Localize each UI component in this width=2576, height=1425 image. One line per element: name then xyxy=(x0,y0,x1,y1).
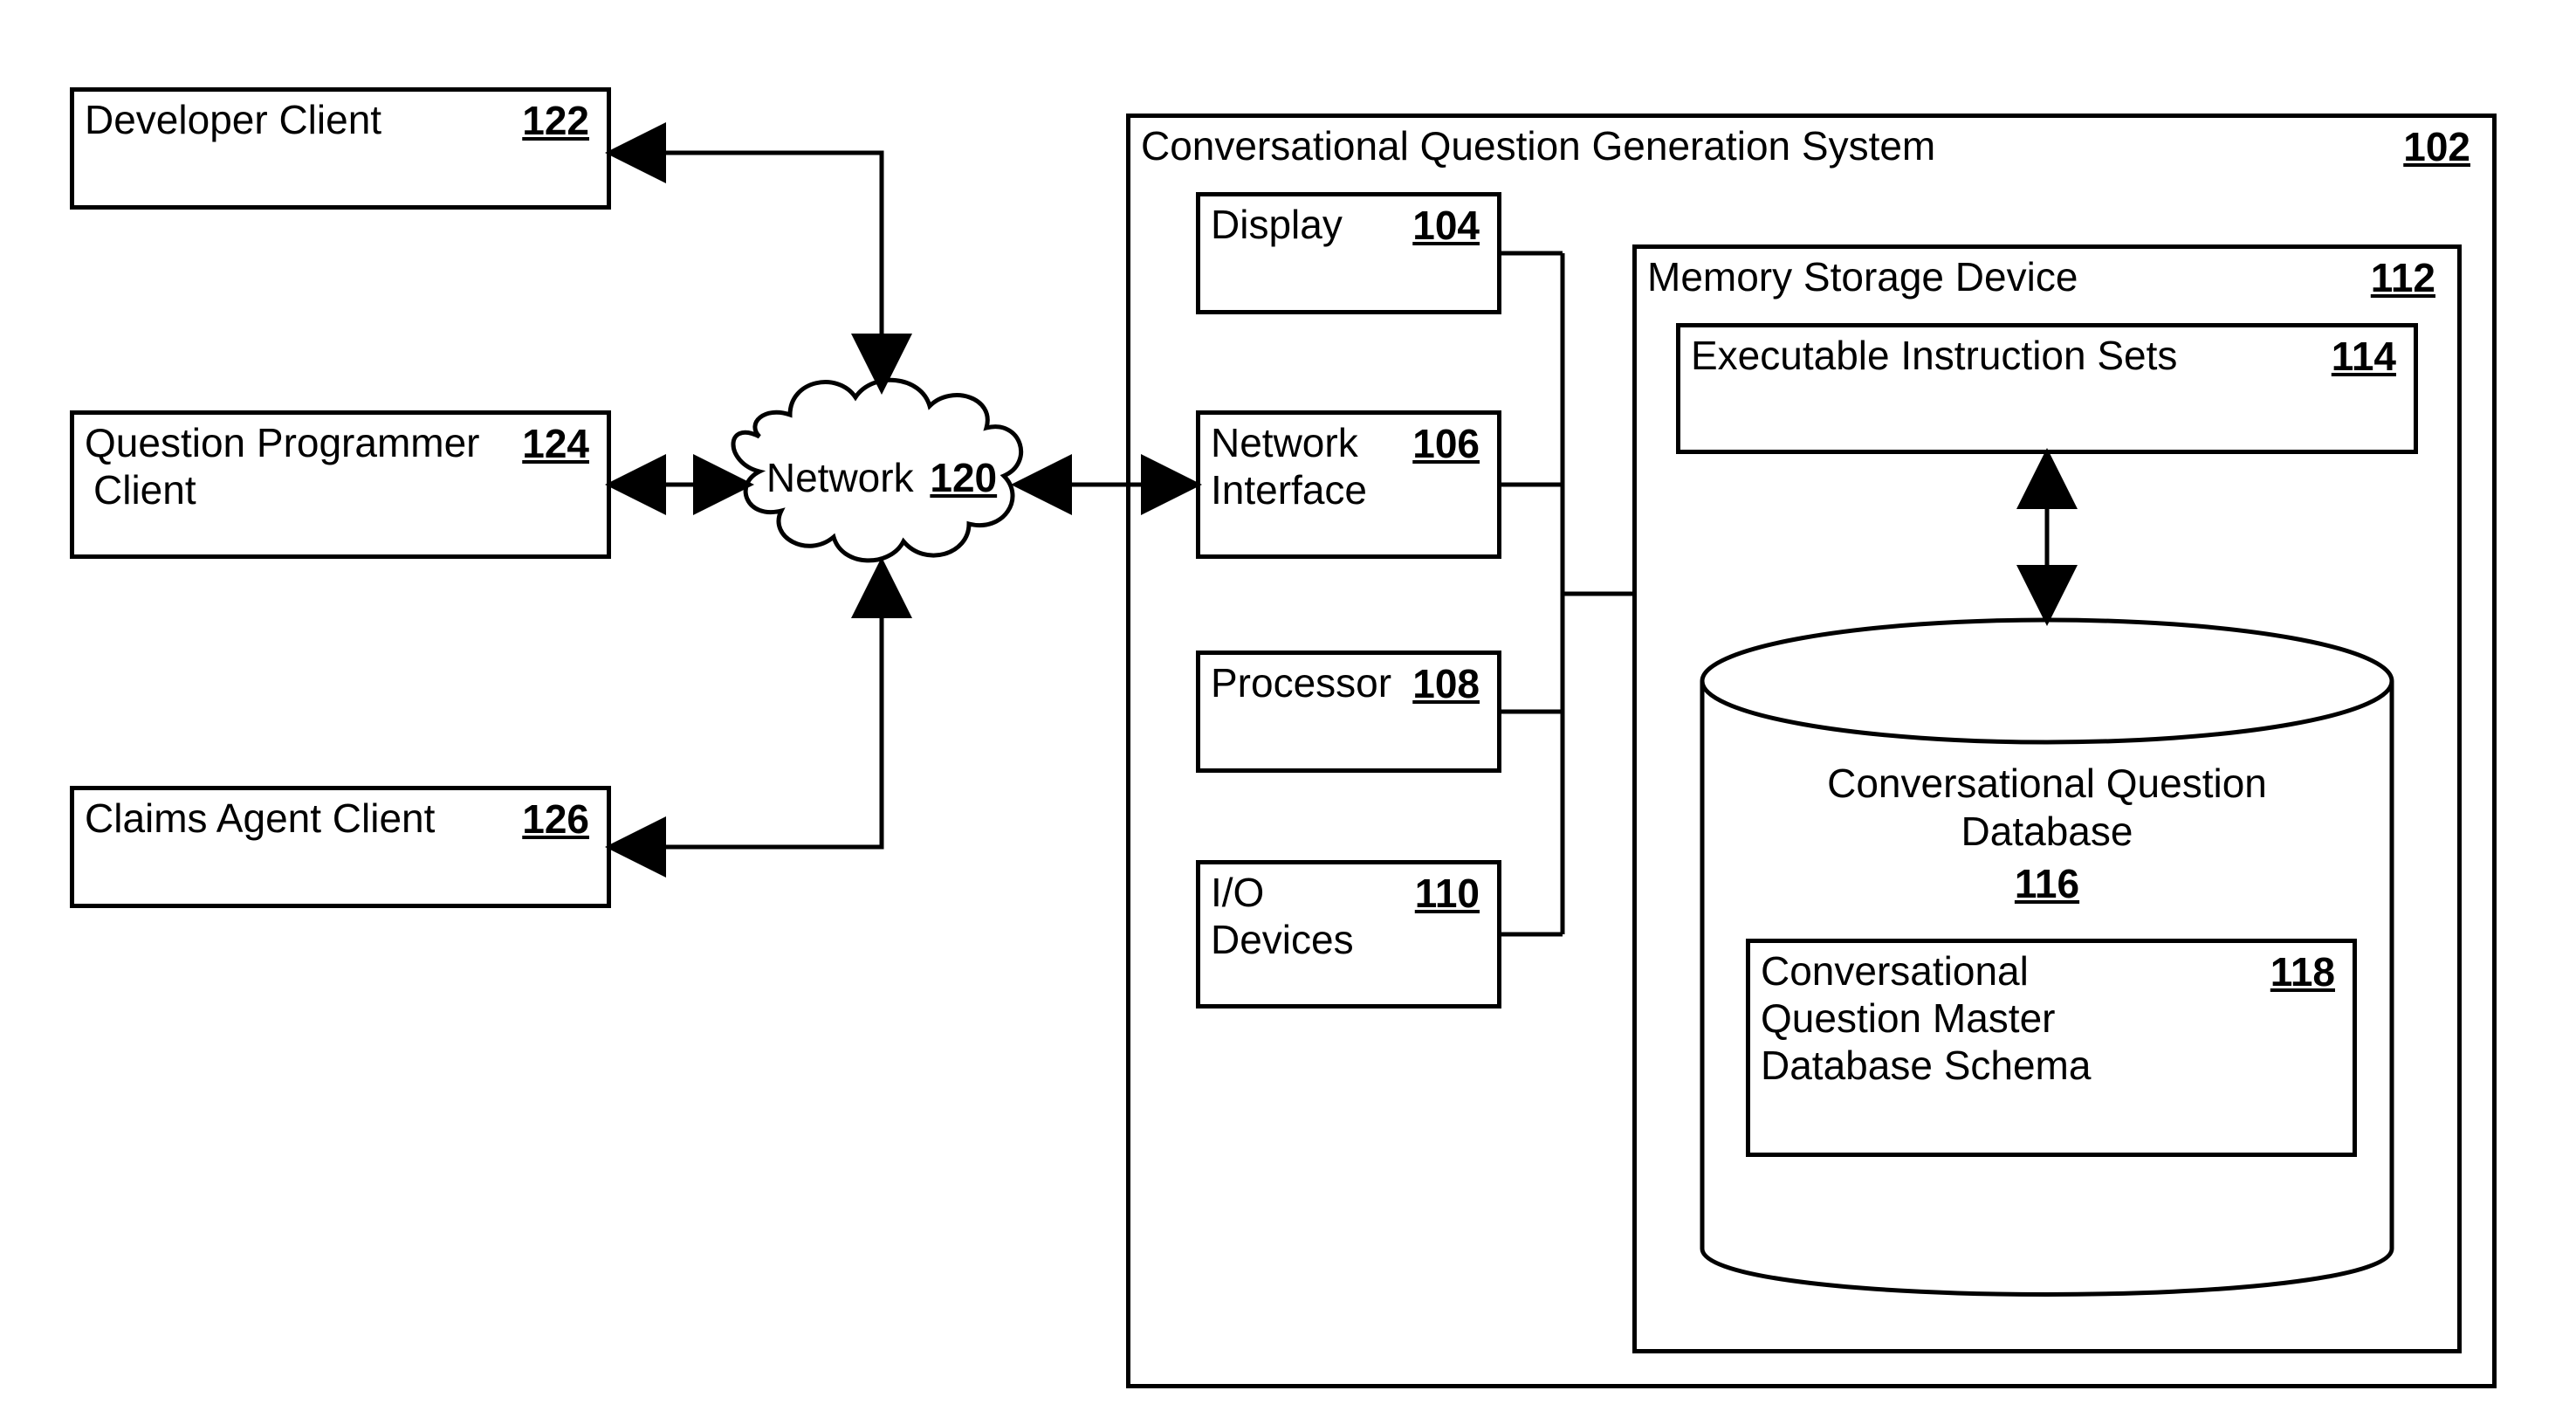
exec-label: Executable Instruction Sets xyxy=(1691,333,2177,379)
netif-box: Network Interface 106 xyxy=(1196,410,1501,559)
display-ref: 104 xyxy=(1412,202,1480,249)
schema-label1: Conversational xyxy=(1761,948,2029,995)
network-ref: 120 xyxy=(930,455,997,500)
db-ref: 116 xyxy=(1702,860,2392,907)
developer-client-label: Developer Client xyxy=(85,97,381,143)
memory-ref: 112 xyxy=(2371,254,2435,301)
system-ref: 102 xyxy=(2403,123,2470,170)
io-ref: 110 xyxy=(1415,870,1480,917)
programmer-client-box: Question Programmer Client 124 xyxy=(70,410,611,559)
display-label: Display xyxy=(1211,202,1343,248)
netif-label: Network xyxy=(1211,420,1358,466)
db-ref-num: 116 xyxy=(2015,861,2079,906)
processor-box: Processor 108 xyxy=(1196,651,1501,773)
schema-label3: Database Schema xyxy=(1761,1043,2091,1089)
developer-client-ref: 122 xyxy=(522,97,589,144)
db-title2: Database xyxy=(1702,808,2392,855)
claims-client-label: Claims Agent Client xyxy=(85,795,435,842)
network-label: Network xyxy=(766,455,914,500)
programmer-client-label: Question Programmer xyxy=(85,420,480,466)
netif-ref: 106 xyxy=(1412,420,1480,467)
schema-box: Conversational Question Master Database … xyxy=(1746,939,2357,1157)
developer-client-box: Developer Client 122 xyxy=(70,87,611,210)
claims-client-ref: 126 xyxy=(522,795,589,843)
schema-ref: 118 xyxy=(2270,948,2335,995)
system-title: Conversational Question Generation Syste… xyxy=(1141,123,1935,169)
io-label2: Devices xyxy=(1211,917,1354,963)
db-title1: Conversational Question xyxy=(1702,760,2392,807)
io-box: I/O Devices 110 xyxy=(1196,860,1501,1009)
exec-ref: 114 xyxy=(2332,333,2396,380)
memory-title: Memory Storage Device xyxy=(1647,254,2078,300)
processor-ref: 108 xyxy=(1412,660,1480,707)
exec-box: Executable Instruction Sets 114 xyxy=(1676,323,2418,454)
schema-label2: Question Master xyxy=(1761,995,2055,1042)
netif-label2: Interface xyxy=(1211,467,1367,513)
display-box: Display 104 xyxy=(1196,192,1501,314)
io-label: I/O xyxy=(1211,870,1264,916)
processor-label: Processor xyxy=(1211,660,1391,706)
claims-client-box: Claims Agent Client 126 xyxy=(70,786,611,908)
programmer-client-label2: Client xyxy=(93,467,196,513)
network-label-wrap: Network 120 xyxy=(759,454,1004,501)
programmer-client-ref: 124 xyxy=(522,420,589,467)
